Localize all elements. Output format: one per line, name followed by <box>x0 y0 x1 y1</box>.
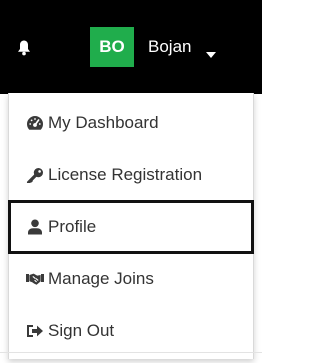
menu-item-manage-joins[interactable]: Manage Joins <box>9 253 253 305</box>
top-navbar: BO Bojan <box>0 0 262 94</box>
menu-item-profile[interactable]: Profile <box>8 200 254 254</box>
handshake-icon <box>26 271 44 287</box>
user-name[interactable]: Bojan <box>148 36 191 58</box>
bell-icon[interactable] <box>17 40 31 56</box>
caret-down-icon[interactable] <box>206 45 216 58</box>
dashboard-icon <box>26 115 44 131</box>
menu-item-label: Profile <box>48 217 97 236</box>
menu-item-label: License Registration <box>48 165 203 184</box>
user-icon <box>26 219 44 235</box>
menu-item-license-registration[interactable]: License Registration <box>9 149 253 201</box>
menu-item-label: My Dashboard <box>48 113 159 132</box>
avatar[interactable]: BO <box>90 27 134 67</box>
divider <box>0 352 262 353</box>
menu-item-my-dashboard[interactable]: My Dashboard <box>9 97 253 149</box>
menu-item-sign-out[interactable]: Sign Out <box>9 305 253 357</box>
menu-item-label: Manage Joins <box>48 269 154 288</box>
sign-out-icon <box>26 323 44 339</box>
avatar-initials: BO <box>99 37 125 56</box>
menu-item-label: Sign Out <box>48 321 115 340</box>
key-icon <box>26 167 44 183</box>
user-dropdown-menu: My Dashboard License Registration Profil… <box>8 93 254 359</box>
